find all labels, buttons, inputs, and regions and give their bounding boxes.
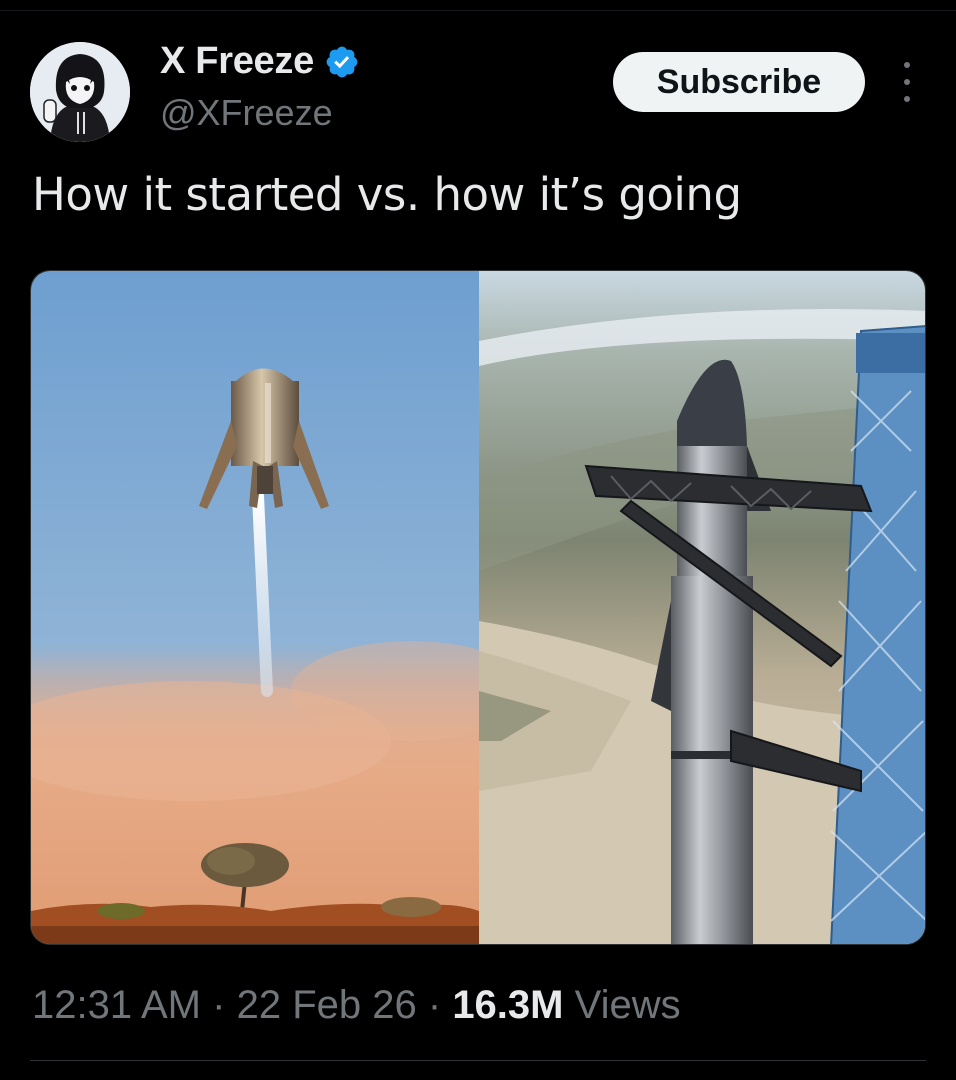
tweet-media[interactable] xyxy=(30,270,926,945)
tweet-meta: 12:31 AM · 22 Feb 26 · 16.3M Views xyxy=(32,983,681,1028)
more-dot xyxy=(904,96,910,102)
top-divider xyxy=(0,10,956,11)
more-dot xyxy=(904,62,910,68)
avatar-image xyxy=(30,42,130,142)
views-label: Views xyxy=(574,983,681,1027)
subscribe-button[interactable]: Subscribe xyxy=(613,52,865,112)
more-dot xyxy=(904,79,910,85)
bottom-divider xyxy=(30,1060,926,1061)
media-image xyxy=(31,271,925,944)
tweet-time[interactable]: 12:31 AM xyxy=(32,983,201,1027)
verified-badge-icon xyxy=(326,46,358,77)
views-count[interactable]: 16.3M xyxy=(452,983,563,1027)
author-handle[interactable]: @XFreeze xyxy=(160,92,333,134)
tweet-text: How it started vs. how it’s going xyxy=(32,168,742,221)
more-options-icon[interactable] xyxy=(895,62,919,102)
avatar[interactable] xyxy=(30,42,130,142)
tweet-date[interactable]: 22 Feb 26 xyxy=(237,983,417,1027)
meta-separator: · xyxy=(427,983,442,1027)
meta-separator: · xyxy=(212,983,226,1027)
author-name-row[interactable]: X Freeze xyxy=(160,40,360,83)
author-display-name[interactable]: X Freeze xyxy=(160,40,314,83)
